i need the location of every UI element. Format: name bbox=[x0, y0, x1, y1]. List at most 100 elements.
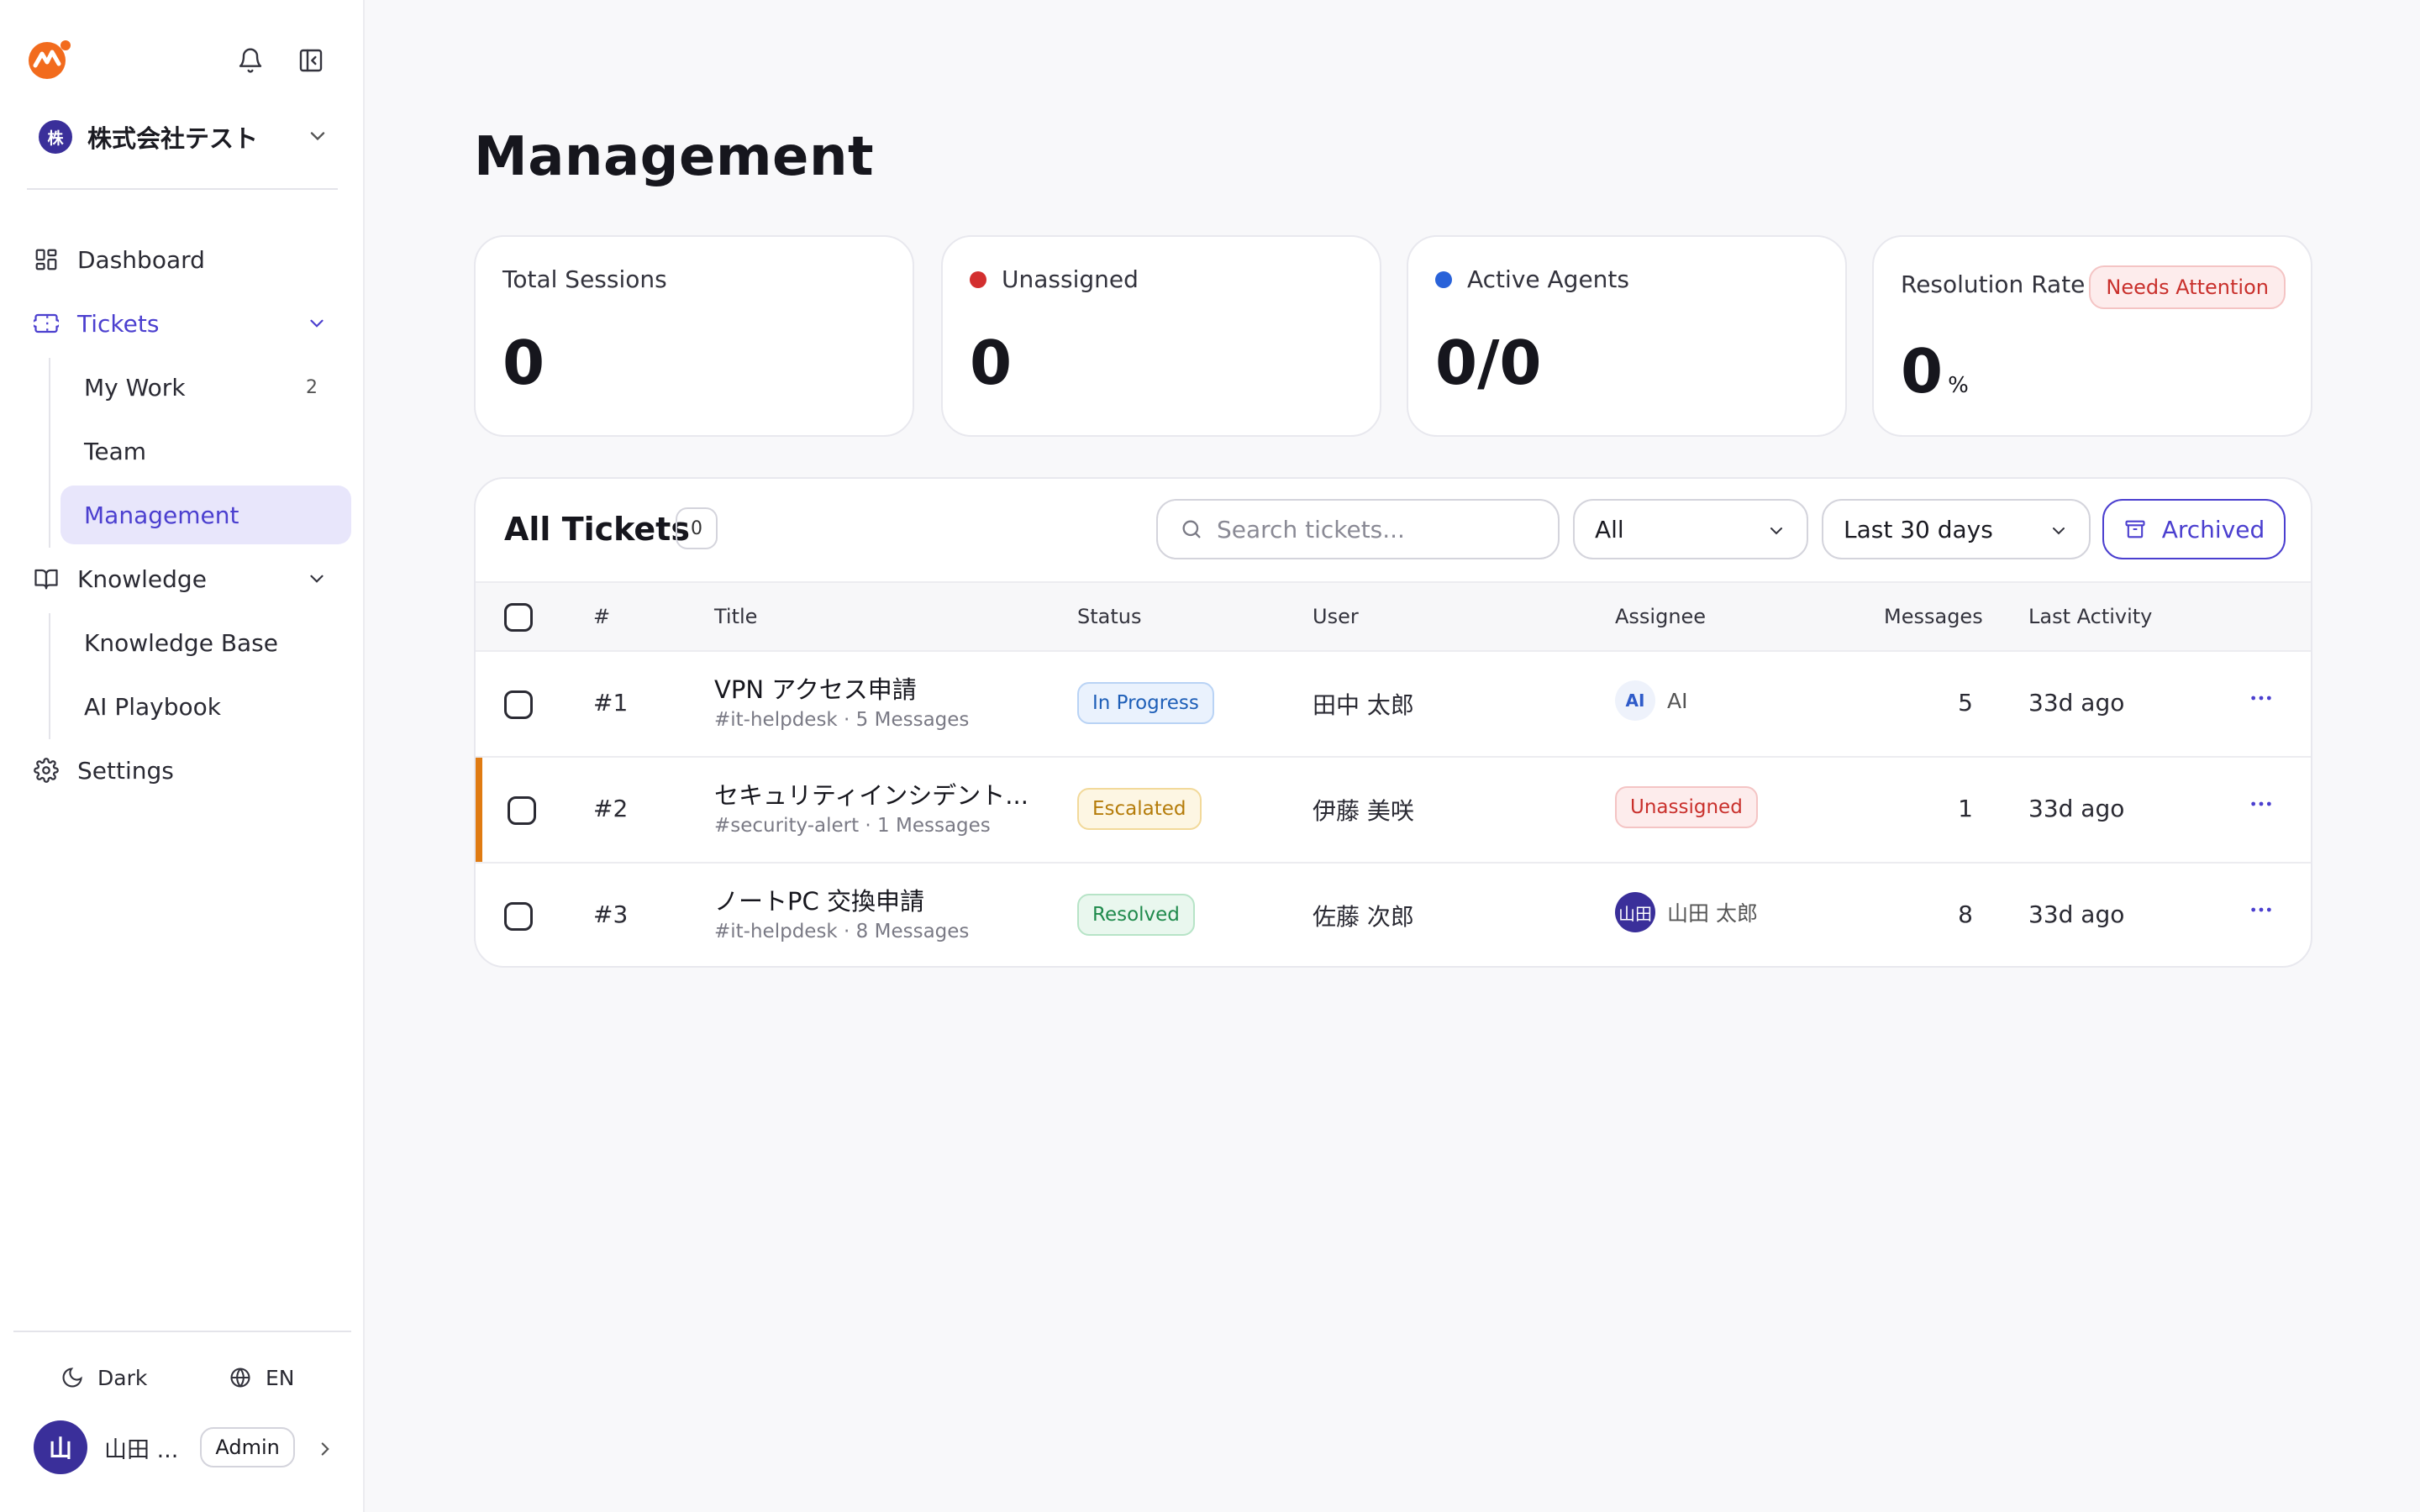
last-activity: 33d ago bbox=[2028, 689, 2125, 717]
language-toggle-label: EN bbox=[266, 1365, 295, 1390]
ticket-meta: #it-helpdesk · 8 Messages bbox=[714, 921, 970, 942]
nav-dashboard[interactable]: Dashboard bbox=[27, 230, 351, 289]
org-avatar: 株 bbox=[39, 120, 72, 154]
table-row[interactable]: #3 ノートPC 交換申請 #it-helpdesk · 8 Messages … bbox=[476, 864, 2311, 966]
stat-label: Total Sessions bbox=[502, 265, 667, 293]
status-filter-select[interactable]: All bbox=[1573, 499, 1808, 559]
app-logo[interactable] bbox=[25, 39, 72, 81]
divider bbox=[27, 188, 338, 190]
more-options-icon[interactable] bbox=[2240, 677, 2282, 719]
page-title: Management bbox=[474, 126, 875, 188]
tickets-title: All Tickets bbox=[504, 511, 690, 548]
nav-dashboard-label: Dashboard bbox=[77, 245, 205, 274]
org-switcher[interactable]: 株 株式会社テスト bbox=[39, 118, 329, 156]
avatar: 山田 bbox=[1615, 892, 1655, 932]
message-count: 8 bbox=[1958, 900, 1973, 928]
status-badge: In Progress bbox=[1077, 682, 1214, 724]
bell-icon[interactable] bbox=[234, 44, 267, 77]
chevron-down-icon bbox=[310, 575, 324, 583]
ai-avatar: AI bbox=[1615, 680, 1655, 721]
nav-knowledge-base[interactable]: Knowledge Base bbox=[60, 613, 351, 672]
stat-value: 0% bbox=[1901, 336, 1969, 407]
nav-settings[interactable]: Settings bbox=[27, 741, 351, 800]
nav-team[interactable]: Team bbox=[60, 422, 351, 480]
status-dot bbox=[970, 270, 986, 288]
last-activity: 33d ago bbox=[2028, 795, 2125, 822]
user-name: 山田 ... bbox=[104, 1436, 179, 1463]
avatar: 山 bbox=[34, 1420, 87, 1474]
date-range-select[interactable]: Last 30 days bbox=[1822, 499, 2091, 559]
org-name: 株式会社テスト bbox=[87, 124, 259, 153]
ticket-meta: #security-alert · 1 Messages bbox=[714, 815, 991, 837]
dashboard-icon bbox=[27, 247, 67, 272]
nav-management[interactable]: Management bbox=[60, 486, 351, 544]
divider bbox=[13, 1331, 351, 1332]
ticket-title[interactable]: セキュリティインシデント... bbox=[714, 776, 1028, 811]
search-box[interactable] bbox=[1156, 499, 1560, 559]
col-messages: Messages bbox=[1884, 605, 1983, 628]
stat-label: Resolution Rate bbox=[1901, 270, 2086, 298]
unassigned-badge: Unassigned bbox=[1615, 786, 1758, 828]
nav-management-label: Management bbox=[84, 501, 239, 529]
ticket-icon bbox=[27, 311, 67, 336]
stat-value: 0 bbox=[502, 328, 545, 398]
theme-toggle-label: Dark bbox=[97, 1365, 148, 1390]
nav-my-work[interactable]: My Work 2 bbox=[60, 358, 351, 417]
table-row[interactable]: #2 セキュリティインシデント... #security-alert · 1 M… bbox=[476, 758, 2311, 864]
ticket-user: 田中 太郎 bbox=[1313, 691, 1414, 719]
user-menu[interactable]: 山 山田 ... Admin bbox=[34, 1420, 336, 1475]
table-row[interactable]: #1 VPN アクセス申請 #it-helpdesk · 5 Messages … bbox=[476, 652, 2311, 758]
more-options-icon[interactable] bbox=[2240, 889, 2282, 931]
status-dot bbox=[1435, 270, 1452, 288]
moon-icon bbox=[62, 1368, 82, 1388]
select-all-checkbox[interactable] bbox=[504, 603, 533, 632]
table-header: # Title Status User Assignee Messages La… bbox=[476, 581, 2311, 652]
needs-attention-badge: Needs Attention bbox=[2089, 265, 2286, 309]
nav-tickets[interactable]: Tickets bbox=[27, 294, 351, 353]
escalation-indicator bbox=[476, 758, 482, 862]
row-checkbox[interactable] bbox=[508, 796, 536, 825]
nav-ai-playbook[interactable]: AI Playbook bbox=[60, 677, 351, 736]
ticket-assignee: 山田 山田 太郎 bbox=[1615, 892, 1758, 932]
search-icon bbox=[1182, 520, 1201, 538]
stat-value: 0/0 bbox=[1435, 328, 1542, 398]
nav-knowledge[interactable]: Knowledge bbox=[27, 549, 351, 608]
nav-knowledge-base-label: Knowledge Base bbox=[84, 628, 278, 657]
chevron-right-icon bbox=[321, 1442, 329, 1456]
ticket-user: 佐藤 次郎 bbox=[1313, 903, 1414, 931]
stat-label: Unassigned bbox=[970, 265, 1139, 293]
stat-card-resolution-rate: Resolution Rate Needs Attention 0% bbox=[1872, 235, 2312, 437]
stat-label: Active Agents bbox=[1435, 265, 1629, 293]
nav-tickets-label: Tickets bbox=[77, 309, 160, 338]
col-assignee: Assignee bbox=[1615, 605, 1707, 628]
nav-settings-label: Settings bbox=[77, 756, 174, 785]
col-user: User bbox=[1313, 605, 1359, 628]
archived-button[interactable]: Archived bbox=[2102, 499, 2286, 559]
tickets-count-badge: 0 bbox=[676, 507, 718, 549]
collapse-sidebar-icon[interactable] bbox=[294, 44, 328, 77]
ticket-title[interactable]: ノートPC 交換申請 bbox=[714, 882, 924, 917]
row-checkbox[interactable] bbox=[504, 690, 533, 719]
status-badge: Resolved bbox=[1077, 894, 1195, 936]
submenu-guide bbox=[49, 358, 50, 548]
assignee-name: 山田 太郎 bbox=[1667, 901, 1758, 926]
row-checkbox[interactable] bbox=[504, 902, 533, 931]
role-badge: Admin bbox=[200, 1427, 295, 1467]
ticket-assignee: Unassigned bbox=[1615, 786, 1758, 828]
search-input[interactable] bbox=[1217, 515, 1536, 543]
message-count: 5 bbox=[1958, 689, 1973, 717]
stat-value: 0 bbox=[970, 328, 1013, 398]
ticket-title[interactable]: VPN アクセス申請 bbox=[714, 670, 917, 706]
nav-knowledge-label: Knowledge bbox=[77, 564, 207, 593]
more-options-icon[interactable] bbox=[2240, 783, 2282, 825]
language-toggle[interactable]: EN bbox=[229, 1359, 295, 1396]
book-icon bbox=[27, 566, 67, 591]
theme-toggle[interactable]: Dark bbox=[60, 1359, 147, 1396]
ticket-id: #3 bbox=[593, 900, 629, 928]
nav-team-label: Team bbox=[84, 437, 147, 465]
submenu-guide bbox=[49, 613, 50, 739]
last-activity: 33d ago bbox=[2028, 900, 2125, 928]
chevron-down-icon bbox=[1770, 528, 1782, 535]
nav-my-work-label: My Work bbox=[84, 373, 186, 402]
col-status: Status bbox=[1077, 605, 1142, 628]
